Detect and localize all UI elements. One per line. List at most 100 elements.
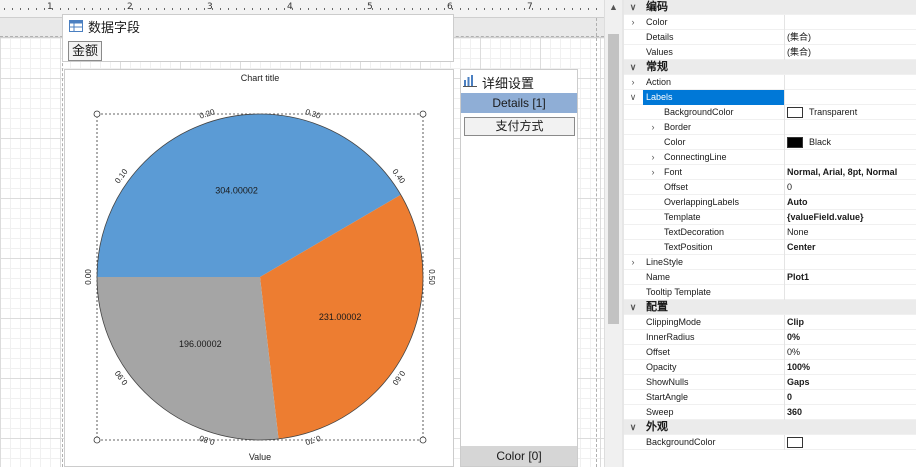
tab-details[interactable]: Details [1] — [461, 93, 577, 113]
property-value[interactable]: (集合) — [787, 30, 811, 45]
data-field-chip[interactable]: 金额 — [68, 41, 103, 61]
property-row[interactable]: StartAngle 0 — [624, 390, 916, 405]
ruler-tick — [300, 8, 301, 10]
ruler-tick — [188, 8, 189, 10]
property-row[interactable]: Tooltip Template — [624, 285, 916, 300]
property-row[interactable]: BackgroundColor — [624, 435, 916, 450]
property-row[interactable]: ∨ Labels — [624, 90, 916, 105]
property-value[interactable]: Gaps — [787, 375, 810, 390]
property-name: Values — [646, 47, 673, 57]
property-row[interactable]: › Action — [624, 75, 916, 90]
ruler-tick — [500, 8, 501, 10]
collapse-chevron-icon[interactable]: ∨ — [628, 300, 638, 315]
property-row[interactable]: Template {valueField.value} — [624, 210, 916, 225]
property-value[interactable]: Black — [809, 135, 831, 150]
data-field-panel[interactable]: 数据字段 金额 — [62, 14, 454, 62]
property-name: BackgroundColor — [646, 437, 716, 447]
column-separator — [784, 165, 785, 180]
ruler-tick — [508, 8, 509, 10]
property-category[interactable]: ∨ 配置 — [624, 300, 916, 315]
property-value[interactable]: {valueField.value} — [787, 210, 864, 225]
collapse-chevron-icon[interactable]: ∨ — [628, 90, 638, 105]
property-value[interactable]: 360 — [787, 405, 802, 420]
pie-chart[interactable]: Chart title 304.00002 231.00002 196.00002 0… — [64, 69, 454, 467]
property-value[interactable]: Plot1 — [787, 270, 809, 285]
color-swatch[interactable] — [787, 437, 803, 448]
property-row[interactable]: Color Black — [624, 135, 916, 150]
property-row[interactable]: › Font Normal, Arial, 8pt, Normal — [624, 165, 916, 180]
property-category[interactable]: ∨ 编码 — [624, 0, 916, 15]
resize-handle[interactable] — [419, 436, 427, 444]
property-row[interactable]: Name Plot1 — [624, 270, 916, 285]
collapse-chevron-icon[interactable]: ∨ — [628, 0, 638, 15]
property-value[interactable]: 0 — [787, 180, 792, 195]
ruler-tick — [228, 8, 229, 10]
collapse-chevron-icon[interactable]: ∨ — [628, 60, 638, 75]
property-row[interactable]: TextPosition Center — [624, 240, 916, 255]
details-item-chip[interactable]: 支付方式 — [464, 117, 575, 136]
column-separator — [784, 180, 785, 195]
resize-handle[interactable] — [419, 110, 427, 118]
property-row[interactable]: ClippingMode Clip — [624, 315, 916, 330]
details-settings-panel[interactable]: 详细设置 Details [1] 支付方式 Color [0] — [460, 69, 578, 467]
property-value[interactable]: (集合) — [787, 45, 811, 60]
property-row[interactable]: › ConnectingLine — [624, 150, 916, 165]
scrollbar-thumb[interactable] — [608, 34, 619, 324]
property-value[interactable]: Transparent — [809, 105, 857, 120]
property-value[interactable]: Auto — [787, 195, 808, 210]
column-separator — [784, 225, 785, 240]
property-category[interactable]: ∨ 外观 — [624, 420, 916, 435]
ruler-tick — [44, 8, 45, 10]
property-value[interactable]: 0% — [787, 345, 800, 360]
expand-chevron-icon[interactable]: › — [648, 120, 658, 135]
ruler-tick — [92, 8, 93, 10]
property-name: Font — [664, 167, 683, 177]
color-swatch[interactable] — [787, 137, 803, 148]
property-row[interactable]: ShowNulls Gaps — [624, 375, 916, 390]
collapse-chevron-icon[interactable]: ∨ — [628, 420, 638, 435]
axis-tick-label: 0.20 — [198, 107, 216, 121]
resize-handle[interactable] — [93, 110, 101, 118]
scroll-up-arrow-icon[interactable]: ▲ — [609, 2, 618, 12]
property-value[interactable]: 0 — [787, 390, 792, 405]
property-row[interactable]: OverlappingLabels Auto — [624, 195, 916, 210]
ruler-number: 2 — [127, 2, 133, 12]
pie-chart-svg[interactable]: 304.00002231.00002196.000020.000.100.20 0… — [65, 70, 455, 467]
property-row[interactable]: Details (集合) — [624, 30, 916, 45]
property-row[interactable]: TextDecoration None — [624, 225, 916, 240]
ruler-tick — [68, 8, 69, 10]
property-row[interactable]: InnerRadius 0% — [624, 330, 916, 345]
property-value[interactable]: Center — [787, 240, 816, 255]
expand-chevron-icon[interactable]: › — [628, 255, 638, 270]
property-row[interactable]: Sweep 360 — [624, 405, 916, 420]
expand-chevron-icon[interactable]: › — [648, 150, 658, 165]
property-value[interactable]: None — [787, 225, 809, 240]
property-value[interactable]: Clip — [787, 315, 804, 330]
property-row[interactable]: Values (集合) — [624, 45, 916, 60]
property-grid[interactable]: ∨ 编码 › Color Details (集合) Values (集合) ∨ 常规 › Action… — [624, 0, 916, 467]
property-row[interactable]: › Border — [624, 120, 916, 135]
property-value[interactable]: 0% — [787, 330, 800, 345]
data-field-header: 数据字段 — [69, 17, 140, 35]
ruler-tick — [580, 8, 581, 10]
expand-chevron-icon[interactable]: › — [648, 165, 658, 180]
property-category[interactable]: ∨ 常规 — [624, 60, 916, 75]
expand-chevron-icon[interactable]: › — [628, 15, 638, 30]
property-row[interactable]: Offset 0% — [624, 345, 916, 360]
property-row[interactable]: › LineStyle — [624, 255, 916, 270]
property-value[interactable]: Normal, Arial, 8pt, Normal — [787, 165, 897, 180]
property-value[interactable]: 100% — [787, 360, 810, 375]
vertical-scrollbar[interactable]: ▲ — [604, 0, 622, 467]
pie-slice[interactable] — [97, 277, 279, 440]
property-row[interactable]: Offset 0 — [624, 180, 916, 195]
report-designer[interactable]: 1234567 数据字段 金额 Chart title 304.00002 231… — [0, 0, 604, 467]
property-row[interactable]: Opacity 100% — [624, 360, 916, 375]
property-row[interactable]: BackgroundColor Transparent — [624, 105, 916, 120]
tab-color[interactable]: Color [0] — [461, 446, 577, 466]
property-name: 常规 — [646, 61, 668, 73]
resize-handle[interactable] — [93, 436, 101, 444]
ruler-tick — [420, 8, 421, 10]
expand-chevron-icon[interactable]: › — [628, 75, 638, 90]
color-swatch[interactable] — [787, 107, 803, 118]
property-row[interactable]: › Color — [624, 15, 916, 30]
